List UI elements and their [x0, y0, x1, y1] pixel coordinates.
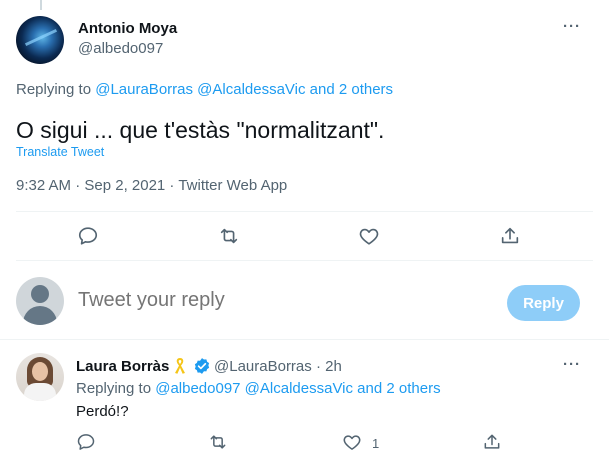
divider: [0, 339, 609, 340]
replying-mentions-link[interactable]: @LauraBorras @AlcaldessaVic and 2 others: [95, 81, 393, 98]
share-icon[interactable]: [499, 225, 521, 247]
like-icon[interactable]: [358, 225, 380, 247]
author-handle[interactable]: @albedo097: [78, 40, 163, 57]
reply-author-name[interactable]: Laura Borràs: [76, 358, 169, 375]
yellow-ribbon-icon: [172, 356, 188, 381]
retweet-icon[interactable]: [218, 225, 240, 247]
translate-tweet-link[interactable]: Translate Tweet: [16, 145, 104, 159]
reply-like-count: 1: [372, 436, 380, 451]
reply-like-icon[interactable]: [342, 432, 362, 452]
replying-prefix: Replying to: [16, 81, 92, 98]
reply-retweet-icon[interactable]: [208, 432, 228, 452]
tweet-timestamp[interactable]: 9:32 AM · Sep 2, 2021 · Twitter Web App: [16, 177, 287, 194]
author-name[interactable]: Antonio Moya: [78, 20, 177, 37]
reply-more-options-icon[interactable]: ···: [563, 356, 581, 373]
reply-icon[interactable]: [77, 225, 99, 247]
reply-replying-prefix: Replying to: [76, 380, 152, 397]
divider: [16, 211, 593, 212]
reply-share-icon[interactable]: [482, 432, 502, 452]
author-avatar[interactable]: [16, 16, 64, 64]
thread-line: [40, 0, 42, 10]
user-avatar-placeholder: [16, 277, 64, 325]
divider: [16, 260, 593, 261]
more-options-icon[interactable]: ···: [563, 18, 581, 35]
reply-text: Perdó!?: [76, 403, 129, 420]
reply-button[interactable]: Reply: [507, 285, 580, 321]
reply-author-avatar[interactable]: [16, 353, 64, 401]
reply-replying-to: Replying to @albedo097 @AlcaldessaVic an…: [76, 380, 441, 397]
reply-author-handle[interactable]: @LauraBorras · 2h: [214, 358, 342, 375]
verified-badge-icon: [193, 357, 211, 380]
reply-reply-icon[interactable]: [76, 432, 96, 452]
tweet-text: O sigui ... que t'estàs "normalitzant".: [16, 117, 385, 143]
tweet-reply-input[interactable]: [78, 289, 478, 312]
replying-to: Replying to @LauraBorras @AlcaldessaVic …: [16, 81, 393, 98]
reply-replying-mentions-link[interactable]: @albedo097 @AlcaldessaVic and 2 others: [155, 380, 440, 397]
